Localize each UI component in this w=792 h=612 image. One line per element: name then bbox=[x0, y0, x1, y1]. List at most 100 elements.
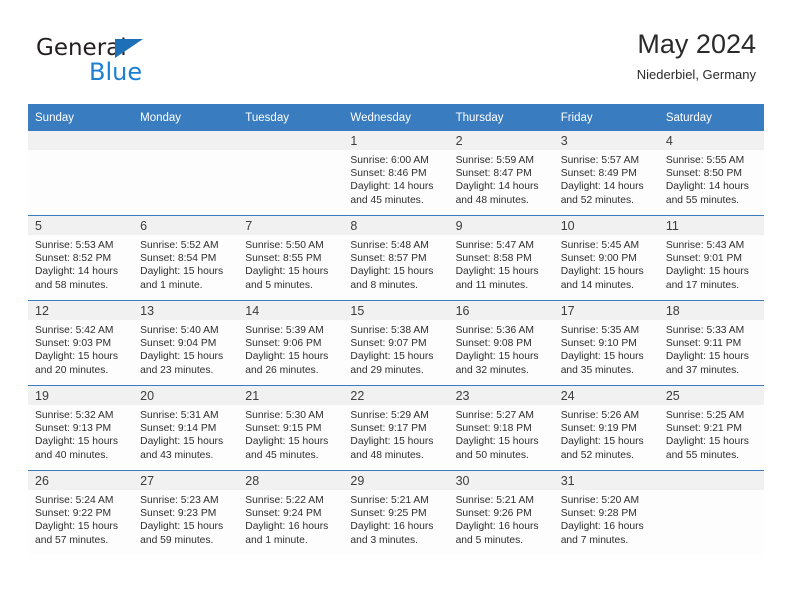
logo-text-blue: Blue bbox=[89, 58, 143, 86]
calendar-day-cell[interactable]: 3 Sunrise: 5:57 AM Sunset: 8:49 PM Dayli… bbox=[553, 131, 659, 216]
calendar-day-cell[interactable]: 17 Sunrise: 5:35 AM Sunset: 9:10 PM Dayl… bbox=[553, 300, 659, 386]
title-block: May 2024 Niederbiel, Germany bbox=[637, 28, 756, 84]
daylight-text-line1: Daylight: 16 hours bbox=[455, 521, 539, 533]
daylight-text-line1: Daylight: 15 hours bbox=[245, 436, 329, 448]
sunset-text: Sunset: 8:55 PM bbox=[245, 253, 322, 265]
calendar-day-cell[interactable]: 1 Sunrise: 6:00 AM Sunset: 8:46 PM Dayli… bbox=[343, 131, 449, 216]
sunset-text: Sunset: 8:52 PM bbox=[35, 253, 112, 265]
weekday-header-tuesday: Tuesday bbox=[238, 104, 344, 131]
sunset-text: Sunset: 8:50 PM bbox=[665, 168, 742, 180]
day-details: Sunrise: 5:39 AM Sunset: 9:06 PM Dayligh… bbox=[238, 320, 343, 377]
calendar-day-cell[interactable]: 13 Sunrise: 5:40 AM Sunset: 9:04 PM Dayl… bbox=[133, 300, 239, 386]
day-details: Sunrise: 5:33 AM Sunset: 9:11 PM Dayligh… bbox=[659, 320, 764, 377]
calendar-day-cell[interactable]: 16 Sunrise: 5:36 AM Sunset: 9:08 PM Dayl… bbox=[448, 300, 554, 386]
calendar-week-row: 1 Sunrise: 6:00 AM Sunset: 8:46 PM Dayli… bbox=[28, 131, 764, 216]
calendar-day-cell[interactable]: 18 Sunrise: 5:33 AM Sunset: 9:11 PM Dayl… bbox=[658, 300, 764, 386]
day-number: 7 bbox=[238, 216, 344, 235]
calendar-day-cell[interactable]: 6 Sunrise: 5:52 AM Sunset: 8:54 PM Dayli… bbox=[133, 215, 239, 301]
day-details: Sunrise: 5:43 AM Sunset: 9:01 PM Dayligh… bbox=[659, 235, 764, 292]
calendar-day-cell[interactable]: 12 Sunrise: 5:42 AM Sunset: 9:03 PM Dayl… bbox=[28, 300, 134, 386]
daylight-text-line2: and 7 minutes. bbox=[560, 534, 629, 546]
calendar-day-cell[interactable] bbox=[658, 470, 764, 555]
calendar-day-cell[interactable]: 20 Sunrise: 5:31 AM Sunset: 9:14 PM Dayl… bbox=[133, 385, 239, 471]
daylight-text-line2: and 3 minutes. bbox=[350, 534, 418, 546]
calendar-day-cell[interactable]: 5 Sunrise: 5:53 AM Sunset: 8:52 PM Dayli… bbox=[28, 215, 134, 301]
daylight-text-line2: and 50 minutes. bbox=[455, 449, 529, 461]
calendar-day-cell[interactable]: 26 Sunrise: 5:24 AM Sunset: 9:22 PM Dayl… bbox=[28, 470, 134, 555]
daylight-text-line1: Daylight: 15 hours bbox=[665, 266, 749, 278]
sunset-text: Sunset: 9:25 PM bbox=[350, 508, 427, 520]
sunrise-text: Sunrise: 5:42 AM bbox=[35, 325, 114, 336]
sunrise-text: Sunrise: 5:27 AM bbox=[455, 410, 534, 421]
calendar-day-cell[interactable] bbox=[28, 131, 134, 216]
sunrise-text: Sunrise: 5:57 AM bbox=[560, 155, 640, 166]
daylight-text-line1: Daylight: 15 hours bbox=[665, 351, 749, 363]
day-details: Sunrise: 5:21 AM Sunset: 9:26 PM Dayligh… bbox=[449, 490, 554, 547]
sunset-text: Sunset: 9:06 PM bbox=[245, 338, 322, 350]
daylight-text-line1: Daylight: 15 hours bbox=[455, 351, 539, 363]
calendar-day-cell[interactable]: 23 Sunrise: 5:27 AM Sunset: 9:18 PM Dayl… bbox=[448, 385, 554, 471]
sunrise-text: Sunrise: 5:21 AM bbox=[350, 495, 429, 506]
day-details bbox=[659, 490, 764, 494]
sunrise-text: Sunrise: 5:45 AM bbox=[560, 240, 640, 251]
sunset-text: Sunset: 9:01 PM bbox=[665, 253, 742, 265]
calendar-day-cell[interactable]: 9 Sunrise: 5:47 AM Sunset: 8:58 PM Dayli… bbox=[448, 215, 554, 301]
day-details bbox=[238, 150, 343, 154]
calendar-day-cell[interactable]: 25 Sunrise: 5:25 AM Sunset: 9:21 PM Dayl… bbox=[658, 385, 764, 471]
daylight-text-line2: and 5 minutes. bbox=[245, 279, 313, 291]
daylight-text-line1: Daylight: 14 hours bbox=[455, 181, 539, 193]
calendar-day-cell[interactable]: 31 Sunrise: 5:20 AM Sunset: 9:28 PM Dayl… bbox=[553, 470, 659, 555]
calendar-day-cell[interactable]: 29 Sunrise: 5:21 AM Sunset: 9:25 PM Dayl… bbox=[343, 470, 449, 555]
calendar-week-row: 26 Sunrise: 5:24 AM Sunset: 9:22 PM Dayl… bbox=[28, 470, 764, 555]
day-details: Sunrise: 5:36 AM Sunset: 9:08 PM Dayligh… bbox=[449, 320, 554, 377]
day-details: Sunrise: 5:30 AM Sunset: 9:15 PM Dayligh… bbox=[238, 405, 343, 462]
daylight-text-line1: Daylight: 15 hours bbox=[350, 351, 434, 363]
day-number: 27 bbox=[133, 471, 239, 490]
sunset-text: Sunset: 9:19 PM bbox=[560, 423, 637, 435]
calendar-day-cell[interactable]: 19 Sunrise: 5:32 AM Sunset: 9:13 PM Dayl… bbox=[28, 385, 134, 471]
calendar-day-cell[interactable] bbox=[238, 131, 344, 216]
day-number: 5 bbox=[28, 216, 134, 235]
calendar-week-row: 19 Sunrise: 5:32 AM Sunset: 9:13 PM Dayl… bbox=[28, 385, 764, 471]
calendar-day-cell[interactable]: 28 Sunrise: 5:22 AM Sunset: 9:24 PM Dayl… bbox=[238, 470, 344, 555]
calendar-day-cell[interactable]: 10 Sunrise: 5:45 AM Sunset: 9:00 PM Dayl… bbox=[553, 215, 659, 301]
general-blue-logo[interactable]: General Blue bbox=[36, 36, 236, 96]
calendar-day-cell[interactable]: 24 Sunrise: 5:26 AM Sunset: 9:19 PM Dayl… bbox=[553, 385, 659, 471]
calendar-day-cell[interactable]: 22 Sunrise: 5:29 AM Sunset: 9:17 PM Dayl… bbox=[343, 385, 449, 471]
sunset-text: Sunset: 9:22 PM bbox=[35, 508, 112, 520]
sunset-text: Sunset: 9:15 PM bbox=[245, 423, 322, 435]
calendar-day-cell[interactable]: 11 Sunrise: 5:43 AM Sunset: 9:01 PM Dayl… bbox=[658, 215, 764, 301]
day-number bbox=[28, 131, 134, 150]
weekday-header-sunday: Sunday bbox=[28, 104, 134, 131]
daylight-text-line2: and 52 minutes. bbox=[560, 194, 634, 206]
sunrise-text: Sunrise: 5:52 AM bbox=[140, 240, 219, 251]
day-details: Sunrise: 5:27 AM Sunset: 9:18 PM Dayligh… bbox=[449, 405, 554, 462]
day-details: Sunrise: 5:29 AM Sunset: 9:17 PM Dayligh… bbox=[343, 405, 448, 462]
calendar-day-cell[interactable]: 21 Sunrise: 5:30 AM Sunset: 9:15 PM Dayl… bbox=[238, 385, 344, 471]
sunset-text: Sunset: 9:26 PM bbox=[455, 508, 532, 520]
sunset-text: Sunset: 9:03 PM bbox=[35, 338, 112, 350]
daylight-text-line2: and 1 minute. bbox=[245, 534, 308, 546]
day-number: 10 bbox=[553, 216, 659, 235]
day-number: 21 bbox=[238, 386, 344, 405]
calendar-day-cell[interactable]: 15 Sunrise: 5:38 AM Sunset: 9:07 PM Dayl… bbox=[343, 300, 449, 386]
calendar-day-cell[interactable]: 7 Sunrise: 5:50 AM Sunset: 8:55 PM Dayli… bbox=[238, 215, 344, 301]
day-number: 31 bbox=[553, 471, 659, 490]
sunrise-text: Sunrise: 5:59 AM bbox=[455, 155, 534, 166]
calendar-day-cell[interactable]: 8 Sunrise: 5:48 AM Sunset: 8:57 PM Dayli… bbox=[343, 215, 449, 301]
calendar-day-cell[interactable] bbox=[133, 131, 239, 216]
daylight-text-line1: Daylight: 15 hours bbox=[140, 266, 224, 278]
sunset-text: Sunset: 9:07 PM bbox=[350, 338, 427, 350]
sunrise-text: Sunrise: 5:31 AM bbox=[140, 410, 219, 421]
calendar-day-cell[interactable]: 30 Sunrise: 5:21 AM Sunset: 9:26 PM Dayl… bbox=[448, 470, 554, 555]
sunrise-text: Sunrise: 5:35 AM bbox=[560, 325, 640, 336]
day-details: Sunrise: 5:42 AM Sunset: 9:03 PM Dayligh… bbox=[28, 320, 133, 377]
day-details: Sunrise: 5:59 AM Sunset: 8:47 PM Dayligh… bbox=[449, 150, 554, 207]
day-details: Sunrise: 5:26 AM Sunset: 9:19 PM Dayligh… bbox=[554, 405, 659, 462]
calendar-day-cell[interactable]: 14 Sunrise: 5:39 AM Sunset: 9:06 PM Dayl… bbox=[238, 300, 344, 386]
calendar-day-cell[interactable]: 27 Sunrise: 5:23 AM Sunset: 9:23 PM Dayl… bbox=[133, 470, 239, 555]
day-number: 15 bbox=[343, 301, 449, 320]
calendar-day-cell[interactable]: 4 Sunrise: 5:55 AM Sunset: 8:50 PM Dayli… bbox=[658, 131, 764, 216]
calendar-day-cell[interactable]: 2 Sunrise: 5:59 AM Sunset: 8:47 PM Dayli… bbox=[448, 131, 554, 216]
sunset-text: Sunset: 9:18 PM bbox=[455, 423, 532, 435]
